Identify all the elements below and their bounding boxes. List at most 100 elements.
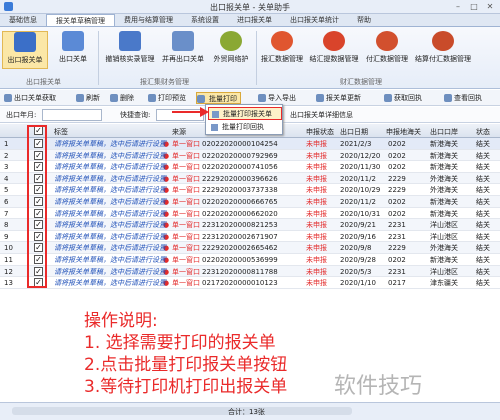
table-row[interactable]: ✓ ● 11 请将报关单草稿，选中后请进行设置 单一窗口 0220202000053699… [0, 254, 500, 266]
table-row[interactable]: ✓ ● 3 请将报关单草稿，选中后请进行设置 单一窗口 02202020000741056… [0, 161, 500, 173]
table-row[interactable]: ✓ ● 8 请将报关单草稿，选中后请进行设置 单一窗口 22312020000821253… [0, 219, 500, 231]
print-preview-button[interactable]: 打印预览 [148, 92, 186, 104]
port-cell: 外港海关 [430, 174, 458, 183]
customs-code-cell: 2231 [388, 221, 406, 230]
id-cell: 02172020000010123 [202, 279, 278, 288]
tag-cell: 请将报关单草稿，选中后请进行设置 [54, 279, 166, 288]
get-receipt-button[interactable]: 获取回执 [384, 92, 422, 104]
table-row[interactable]: ✓ ● 7 请将报关单草稿，选中后请进行设置 单一窗口 02202020000662020… [0, 208, 500, 220]
date-cell: 2020/10/31 [340, 209, 381, 218]
tab-settings[interactable]: 系统设置 [182, 14, 228, 26]
customs-code-cell: 2229 [388, 174, 406, 183]
close-icon[interactable]: ✕ [484, 1, 496, 12]
customs-code-cell: 0202 [388, 140, 406, 148]
tab-fees[interactable]: 费用与结算管理 [115, 14, 182, 26]
fetch-declaration-button[interactable]: 出口关单获取 [4, 92, 56, 104]
ribbon-export-declaration-button[interactable]: 出口报关单 [2, 31, 48, 69]
tag-cell: 请将报关单草稿，选中后请进行设置 [54, 232, 166, 241]
tab-basic[interactable]: 基础信息 [0, 14, 46, 26]
instructions-title: 操作说明: [84, 311, 158, 331]
instructions-step-2: 2.点击批量打印报关单按钮 [84, 355, 288, 375]
batch-print-declaration-item[interactable]: 批量打印报关单 [208, 107, 282, 120]
ribbon-settle-data-button[interactable]: 结汇提数据管理 [306, 31, 362, 64]
batch-print-dropdown: 批量打印报关单 批量打印回执 [205, 104, 283, 135]
table-row[interactable]: ✓ ● 4 请将报关单草稿，选中后请进行设置 单一窗口 22292020000396626… [0, 172, 500, 185]
date-cell: 2020/11/2 [340, 198, 376, 206]
watermark: 软件技巧 [334, 374, 423, 399]
table-row[interactable]: ✓ ● 1 请将报关单草稿，选中后请进行设置 单一窗口 02022020000104254… [0, 138, 500, 150]
customs-code-cell: 0202 [388, 256, 406, 264]
table-row[interactable]: ✓ ● 9 请将报关单草稿，选中后请进行设置 单一窗口 22312020002671907… [0, 231, 500, 243]
status-cell: 结关 [476, 256, 490, 264]
ribbon-settle-payment-button[interactable]: 结算付汇数据管理 [412, 31, 474, 64]
date-cell: 2020/9/21 [340, 221, 376, 230]
customs-code-cell: 2229 [388, 186, 406, 195]
tag-cell: 请将报关单草稿，选中后请进行设置 [54, 244, 166, 253]
update-declaration-button[interactable]: 报关单更新 [316, 92, 361, 104]
tab-stats[interactable]: 出口报关单统计 [281, 14, 348, 26]
port-cell: 新港海关 [430, 163, 458, 172]
row-number: 8 [4, 221, 9, 230]
table-row[interactable]: ✓ ● 12 请将报关单草稿，选中后请进行设置 单一窗口 2231202000081178… [0, 265, 500, 278]
delete-button[interactable]: 删除 [110, 92, 134, 104]
port-cell: 外港海关 [430, 244, 458, 253]
ribbon-remit-data-button[interactable]: 报汇数据管理 [258, 31, 306, 64]
declare-state-cell: 未申报 [306, 174, 327, 183]
group-divider [98, 31, 99, 85]
view-receipt-button[interactable]: 查看回执 [444, 92, 482, 104]
customs-code-cell: 2229 [388, 244, 406, 253]
settle-payment-icon [432, 31, 454, 51]
ribbon-payment-data-button[interactable]: 付汇数据管理 [362, 31, 412, 64]
date-cell: 2020/12/20 [340, 151, 381, 160]
id-cell: 02202020000792969 [202, 151, 278, 160]
declare-state-cell: 未申报 [306, 209, 327, 218]
table-icon [62, 31, 84, 51]
column-header: 来源 [172, 128, 186, 136]
clipboard-icon [119, 31, 141, 51]
table-row[interactable]: ✓ ● 5 请将报关单草稿，选中后请进行设置 单一窗口 22292020003737338… [0, 184, 500, 196]
declare-state-cell: 未申报 [306, 244, 327, 253]
settle-icon [323, 31, 345, 51]
declare-state-cell: 未申报 [306, 267, 327, 276]
declare-state-cell: 未申报 [306, 186, 327, 195]
tab-help[interactable]: 帮助 [348, 14, 380, 26]
table-row[interactable]: ✓ ● 10 请将报关单草稿，选中后请进行设置 单一窗口 2229202000266546… [0, 242, 500, 254]
source-cell: 单一窗口 [172, 151, 200, 160]
ribbon-trade-network-button[interactable]: 外贸网络护 [208, 31, 254, 64]
maximize-icon[interactable]: □ [468, 1, 480, 12]
source-cell: 单一窗口 [172, 209, 200, 218]
import-export-button[interactable]: 导入导出 [258, 92, 296, 104]
ribbon-reexport-button[interactable]: 并再出口关单 [158, 31, 208, 64]
refresh-button[interactable]: 刷新 [76, 92, 100, 104]
source-cell: 单一窗口 [172, 232, 200, 241]
remit-icon [271, 31, 293, 51]
ribbon-export-doc-button[interactable]: 出口关单 [50, 31, 96, 64]
batch-print-button[interactable]: 批量打印 [196, 92, 241, 104]
month-select[interactable] [42, 109, 102, 121]
window-title: 出口报关单 - 关单助手 [210, 3, 290, 12]
status-cell: 结关 [476, 163, 490, 172]
window-controls: – □ ✕ [452, 1, 496, 12]
table-row[interactable]: ✓ ● 2 请将报关单草稿，选中后请进行设置 单一窗口 02202020000792969… [0, 149, 500, 162]
ribbon-group-label: 财汇数据管理 [340, 78, 382, 86]
tab-draft[interactable]: 报关单草稿管理 [46, 14, 115, 26]
id-cell: 02202020000666765 [202, 198, 278, 206]
tag-cell: 请将报关单草稿，选中后请进行设置 [54, 198, 166, 206]
tab-import[interactable]: 进口报关单 [228, 14, 281, 26]
table-row[interactable]: ✓ ● 13 请将报关单草稿，选中后请进行设置 单一窗口 0217202000001012… [0, 277, 500, 289]
source-cell: 单一窗口 [172, 198, 200, 206]
tag-cell: 请将报关单草稿，选中后请进行设置 [54, 186, 166, 195]
batch-print-receipt-item[interactable]: 批量打印回执 [208, 121, 282, 134]
source-cell: 单一窗口 [172, 244, 200, 253]
ribbon-verify-button[interactable]: 撤销核实录管理 [102, 31, 158, 64]
source-cell: 单一窗口 [172, 174, 200, 183]
port-cell: 洋山港区 [430, 232, 458, 241]
table-row[interactable]: ✓ ● 6 请将报关单草稿，选中后请进行设置 单一窗口 02202020000666765… [0, 196, 500, 208]
status-cell: 结关 [476, 140, 490, 148]
horizontal-scrollbar[interactable] [12, 407, 352, 415]
minimize-icon[interactable]: – [452, 1, 464, 12]
port-cell: 新港海关 [430, 151, 458, 160]
tag-cell: 请将报关单草稿，选中后请进行设置 [54, 174, 166, 183]
instructions-step-3: 3.等待打印机打印出报关单 [84, 377, 288, 397]
checkbox-column-highlight [27, 125, 47, 288]
